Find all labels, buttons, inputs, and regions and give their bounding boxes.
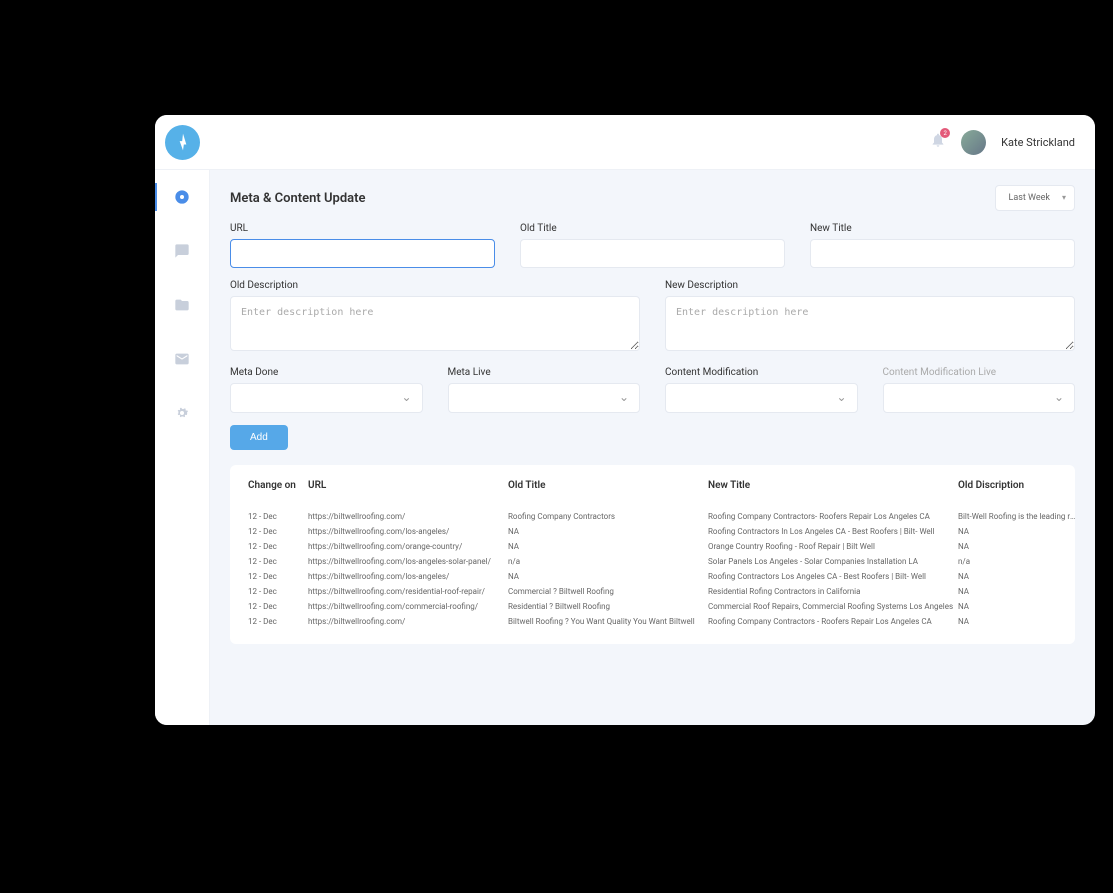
table-cell: 12 - Dec xyxy=(248,599,308,614)
table-cell: NA xyxy=(508,524,708,539)
table-cell: 12 - Dec xyxy=(248,614,308,629)
meta-done-label: Meta Done xyxy=(230,367,423,378)
mail-icon xyxy=(174,351,190,367)
table-cell: Biltwell Roofing ? You Want Quality You … xyxy=(508,614,708,629)
table-cell: 12 - Dec xyxy=(248,569,308,584)
table-row: 12 - Dechttps://biltwellroofing.com/los-… xyxy=(248,569,1078,584)
table-cell: 12 - Dec xyxy=(248,539,308,554)
content: Meta & Content Update Last Week URL Old … xyxy=(210,170,1095,725)
table-cell: NA xyxy=(958,524,1078,539)
table-row: 12 - Dechttps://biltwellroofing.com/Bilt… xyxy=(248,614,1078,629)
th-old-title: Old Title xyxy=(508,480,708,509)
content-mod-live-select[interactable] xyxy=(883,383,1076,413)
app-window: 2 Kate Strickland Meta xyxy=(155,115,1095,725)
sidebar-item-dashboard[interactable] xyxy=(155,185,209,209)
avatar[interactable] xyxy=(961,130,986,155)
new-title-label: New Title xyxy=(810,223,1075,234)
new-title-input[interactable] xyxy=(810,239,1075,268)
table-row: 12 - Dechttps://biltwellroofing.com/Roof… xyxy=(248,509,1078,524)
topbar: 2 Kate Strickland xyxy=(155,115,1095,170)
page-title: Meta & Content Update xyxy=(230,191,365,206)
table-cell: Roofing Company Contractors- Roofers Rep… xyxy=(708,509,958,524)
new-desc-textarea[interactable] xyxy=(665,296,1075,351)
th-url: URL xyxy=(308,480,508,509)
sidebar-item-files[interactable] xyxy=(155,293,209,317)
username: Kate Strickland xyxy=(1001,136,1075,149)
th-old-desc: Old Discription xyxy=(958,480,1078,509)
table-cell: Residential ? Biltwell Roofing xyxy=(508,599,708,614)
table-cell: Orange Country Roofing - Roof Repair | B… xyxy=(708,539,958,554)
table-cell: n/a xyxy=(508,554,708,569)
table-cell: https://biltwellroofing.com/residential-… xyxy=(308,584,508,599)
meta-done-select[interactable] xyxy=(230,383,423,413)
table-row: 12 - Dechttps://biltwellroofing.com/los-… xyxy=(248,554,1078,569)
table-cell: Residential Rofing Contractors in Califo… xyxy=(708,584,958,599)
th-change-on: Change on xyxy=(248,480,308,509)
dashboard-icon xyxy=(174,189,190,205)
table-cell: Roofing Company Contractors xyxy=(508,509,708,524)
table-cell: https://biltwellroofing.com/los-angeles-… xyxy=(308,554,508,569)
table-row: 12 - Dechttps://biltwellroofing.com/resi… xyxy=(248,584,1078,599)
sidebar-item-settings[interactable] xyxy=(155,401,209,425)
notification-badge: 2 xyxy=(940,128,950,138)
old-title-label: Old Title xyxy=(520,223,785,234)
table-cell: Bilt-Well Roofing is the leading roofing xyxy=(958,509,1078,524)
old-desc-textarea[interactable] xyxy=(230,296,640,351)
th-new-title: New Title xyxy=(708,480,958,509)
table-cell: Commercial Roof Repairs, Commercial Roof… xyxy=(708,599,958,614)
table-cell: https://biltwellroofing.com/los-angeles/ xyxy=(308,524,508,539)
table-cell: https://biltwellroofing.com/ xyxy=(308,614,508,629)
table-cell: NA xyxy=(958,614,1078,629)
old-title-input[interactable] xyxy=(520,239,785,268)
table-cell: 12 - Dec xyxy=(248,584,308,599)
table-cell: Roofing Company Contractors - Roofers Re… xyxy=(708,614,958,629)
table-cell: https://biltwellroofing.com/commercial-r… xyxy=(308,599,508,614)
table-card: Change on URL Old Title New Title Old Di… xyxy=(230,465,1075,644)
pointer-icon xyxy=(173,132,193,152)
table-cell: 12 - Dec xyxy=(248,554,308,569)
chat-icon xyxy=(174,243,190,259)
table-cell: 12 - Dec xyxy=(248,509,308,524)
meta-live-select[interactable] xyxy=(448,383,641,413)
filter-select[interactable]: Last Week xyxy=(995,185,1075,211)
table-cell: https://biltwellroofing.com/los-angeles/ xyxy=(308,569,508,584)
folder-icon xyxy=(174,297,190,313)
sidebar-item-chat[interactable] xyxy=(155,239,209,263)
table-cell: 12 - Dec xyxy=(248,524,308,539)
sidebar xyxy=(155,170,210,725)
gear-icon xyxy=(174,405,190,421)
results-table: Change on URL Old Title New Title Old Di… xyxy=(248,480,1078,629)
table-row: 12 - Dechttps://biltwellroofing.com/los-… xyxy=(248,524,1078,539)
old-desc-label: Old Description xyxy=(230,280,640,291)
url-input[interactable] xyxy=(230,239,495,268)
logo xyxy=(165,125,200,160)
sidebar-item-mail[interactable] xyxy=(155,347,209,371)
notification-bell[interactable]: 2 xyxy=(930,132,946,152)
table-cell: Roofing Contractors In Los Angeles CA - … xyxy=(708,524,958,539)
table-cell: Commercial ? Biltwell Roofing xyxy=(508,584,708,599)
content-mod-select[interactable] xyxy=(665,383,858,413)
table-cell: n/a xyxy=(958,554,1078,569)
new-desc-label: New Description xyxy=(665,280,1075,291)
add-button[interactable]: Add xyxy=(230,425,288,450)
table-cell: NA xyxy=(508,539,708,554)
table-cell: Solar Panels Los Angeles - Solar Compani… xyxy=(708,554,958,569)
table-cell: NA xyxy=(958,584,1078,599)
table-row: 12 - Dechttps://biltwellroofing.com/oran… xyxy=(248,539,1078,554)
content-mod-label: Content Modification xyxy=(665,367,858,378)
table-row: 12 - Dechttps://biltwellroofing.com/comm… xyxy=(248,599,1078,614)
table-cell: NA xyxy=(958,569,1078,584)
table-cell: https://biltwellroofing.com/ xyxy=(308,509,508,524)
table-cell: Roofing Contractors Los Angeles CA - Bes… xyxy=(708,569,958,584)
meta-live-label: Meta Live xyxy=(448,367,641,378)
table-cell: NA xyxy=(958,539,1078,554)
table-cell: NA xyxy=(958,599,1078,614)
url-label: URL xyxy=(230,223,495,234)
table-cell: NA xyxy=(508,569,708,584)
content-mod-live-label: Content Modification Live xyxy=(883,367,1076,378)
table-cell: https://biltwellroofing.com/orange-count… xyxy=(308,539,508,554)
